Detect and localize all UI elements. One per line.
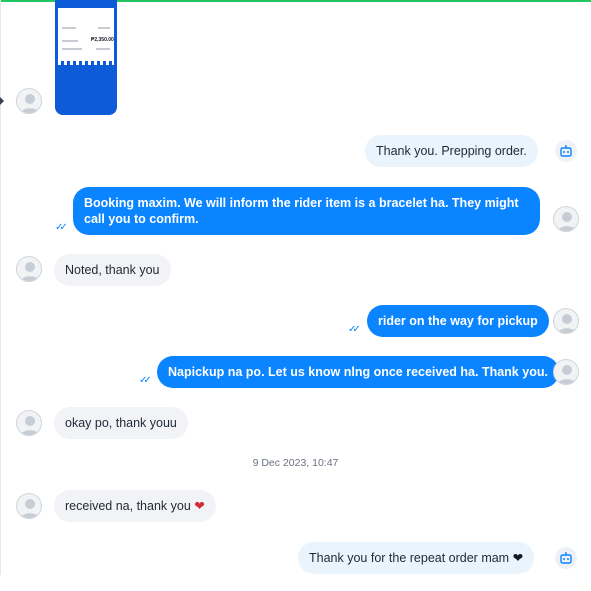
contact-avatar bbox=[16, 88, 42, 114]
message-bubble-outgoing: Booking maxim. We will inform the rider … bbox=[73, 187, 540, 235]
agent-avatar bbox=[553, 359, 579, 385]
read-receipt-icon: ✓✓ bbox=[348, 324, 361, 335]
bot-icon bbox=[555, 547, 577, 569]
image-attachment[interactable]: ₱2,350.00 bbox=[55, 0, 117, 115]
heart-emoji-icon: ❤ bbox=[194, 499, 205, 513]
left-divider bbox=[0, 0, 1, 575]
date-separator: 9 Dec 2023, 10:47 bbox=[252, 457, 339, 469]
message-bubble-outgoing: rider on the way for pickup bbox=[367, 305, 549, 337]
read-receipt-icon: ✓✓ bbox=[139, 375, 152, 386]
read-receipt-icon: ✓✓ bbox=[55, 222, 68, 233]
message-bubble-incoming: Noted, thank you bbox=[54, 254, 171, 286]
message-bubble-incoming: received na, thank you ❤ bbox=[54, 490, 216, 522]
agent-avatar bbox=[553, 308, 579, 334]
bot-icon bbox=[555, 140, 577, 162]
heart-emoji-icon: ❤ bbox=[512, 551, 524, 565]
collapse-arrow-icon[interactable] bbox=[0, 97, 4, 105]
receipt-preview: ₱2,350.00 bbox=[58, 8, 114, 65]
contact-avatar bbox=[16, 256, 42, 282]
agent-avatar bbox=[553, 206, 579, 232]
message-bubble-outgoing: Thank you for the repeat order mam ❤ bbox=[298, 542, 535, 574]
contact-avatar bbox=[16, 410, 42, 436]
message-bubble-outgoing: Napickup na po. Let us know nlng once re… bbox=[157, 356, 559, 388]
message-bubble-outgoing: Thank you. Prepping order. bbox=[365, 135, 538, 167]
message-bubble-incoming: okay po, thank youu bbox=[54, 407, 188, 439]
receipt-amount: ₱2,350.00 bbox=[91, 37, 114, 43]
contact-avatar bbox=[16, 493, 42, 519]
